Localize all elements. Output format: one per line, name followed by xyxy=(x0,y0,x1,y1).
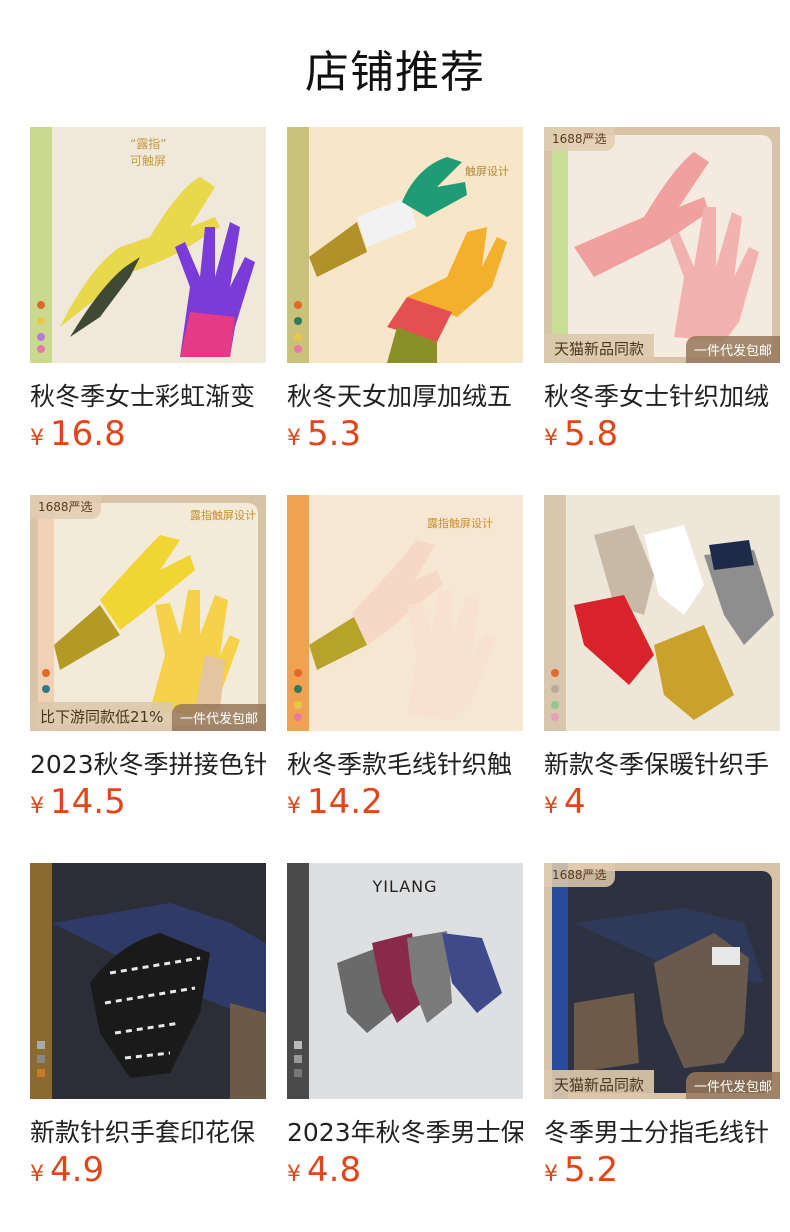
product-image[interactable]: 触屏设计 xyxy=(287,127,523,363)
product-price: ¥16.8 xyxy=(30,414,126,454)
badge-tmall: 天猫新品同款 xyxy=(544,334,655,363)
image-caption: 触屏设计 xyxy=(465,165,509,178)
product-image[interactable]: 1688严选 露指触屏设计 比下游同款低21% 一件代发包邮 xyxy=(30,495,266,731)
price-value: 5.8 xyxy=(564,414,619,454)
product-name[interactable]: 新款针织手套印花保 xyxy=(30,1113,266,1149)
currency-symbol: ¥ xyxy=(544,426,558,451)
product-image[interactable] xyxy=(30,863,266,1099)
product-name[interactable]: 秋冬天女加厚加绒五 xyxy=(287,377,523,413)
currency-symbol: ¥ xyxy=(287,426,301,451)
product-card[interactable]: 露指触屏设计 秋冬季款毛线针织触 ¥14.2 xyxy=(287,495,523,825)
product-name[interactable]: 冬季男士分指毛线针 xyxy=(544,1113,780,1149)
product-card[interactable]: YILANG 2023年秋冬季男士保 ¥4.8 xyxy=(287,863,523,1193)
product-card[interactable]: 新款针织手套印花保 ¥4.9 xyxy=(30,863,266,1193)
product-name[interactable]: 秋冬季女士彩虹渐变 xyxy=(30,377,266,413)
price-value: 14.2 xyxy=(307,782,383,822)
product-image[interactable]: YILANG xyxy=(287,863,523,1099)
product-price: ¥5.3 xyxy=(287,414,361,454)
product-image[interactable]: 1688严选 天猫新品同款 一件代发包邮 xyxy=(544,127,780,363)
product-price: ¥4 xyxy=(544,782,586,822)
product-card[interactable]: 触屏设计 秋冬天女加厚加绒五 ¥5.3 xyxy=(287,127,523,457)
image-caption: 露指触屏设计 xyxy=(190,509,256,522)
price-value: 4 xyxy=(564,782,586,822)
product-name[interactable]: 秋冬季款毛线针织触 xyxy=(287,745,523,781)
currency-symbol: ¥ xyxy=(30,426,44,451)
image-caption: “露指” 可触屏 xyxy=(130,137,167,168)
badge-free-shipping: 一件代发包邮 xyxy=(685,336,780,363)
product-name[interactable]: 2023秋冬季拼接色针 xyxy=(30,745,266,781)
currency-symbol: ¥ xyxy=(287,794,301,819)
currency-symbol: ¥ xyxy=(287,1162,301,1187)
badge-selection: 1688严选 xyxy=(30,495,101,519)
image-caption: 露指触屏设计 xyxy=(427,517,493,530)
price-value: 5.2 xyxy=(564,1150,619,1190)
product-image[interactable]: 露指触屏设计 xyxy=(287,495,523,731)
product-card[interactable]: 1688严选 天猫新品同款 一件代发包邮 冬季男士分指毛线针 ¥5.2 xyxy=(544,863,780,1193)
price-value: 5.3 xyxy=(307,414,362,454)
price-value: 16.8 xyxy=(50,414,126,454)
product-image[interactable]: 1688严选 天猫新品同款 一件代发包邮 xyxy=(544,863,780,1099)
product-image[interactable] xyxy=(544,495,780,731)
product-name[interactable]: 新款冬季保暖针织手 xyxy=(544,745,780,781)
product-price: ¥4.8 xyxy=(287,1150,361,1190)
product-price: ¥14.5 xyxy=(30,782,126,822)
price-value: 4.8 xyxy=(307,1150,362,1190)
price-value: 4.9 xyxy=(50,1150,105,1190)
badge-price-compare: 比下游同款低21% xyxy=(30,702,174,731)
currency-symbol: ¥ xyxy=(30,1162,44,1187)
product-card[interactable]: “露指” 可触屏 秋冬季女士彩虹渐变 ¥16.8 xyxy=(30,127,266,457)
product-name[interactable]: 秋冬季女士针织加绒 xyxy=(544,377,780,413)
currency-symbol: ¥ xyxy=(544,1162,558,1187)
product-card[interactable]: 新款冬季保暖针织手 ¥4 xyxy=(544,495,780,825)
product-price: ¥14.2 xyxy=(287,782,383,822)
price-value: 14.5 xyxy=(50,782,126,822)
badge-free-shipping: 一件代发包邮 xyxy=(685,1072,780,1099)
badge-selection: 1688严选 xyxy=(544,127,615,151)
product-card[interactable]: 1688严选 露指触屏设计 比下游同款低21% 一件代发包邮 2023秋冬季拼接… xyxy=(30,495,266,825)
badge-tmall: 天猫新品同款 xyxy=(544,1070,655,1099)
product-price: ¥5.2 xyxy=(544,1150,618,1190)
product-name[interactable]: 2023年秋冬季男士保 xyxy=(287,1113,523,1149)
currency-symbol: ¥ xyxy=(544,794,558,819)
section-title: 店铺推荐 xyxy=(305,47,485,98)
product-card[interactable]: 1688严选 天猫新品同款 一件代发包邮 秋冬季女士针织加绒 ¥5.8 xyxy=(544,127,780,457)
badge-selection: 1688严选 xyxy=(544,863,615,887)
brand-logo: YILANG xyxy=(372,877,438,896)
product-price: ¥5.8 xyxy=(544,414,618,454)
badge-free-shipping: 一件代发包邮 xyxy=(171,704,266,731)
currency-symbol: ¥ xyxy=(30,794,44,819)
product-image[interactable]: “露指” 可触屏 xyxy=(30,127,266,363)
product-price: ¥4.9 xyxy=(30,1150,104,1190)
